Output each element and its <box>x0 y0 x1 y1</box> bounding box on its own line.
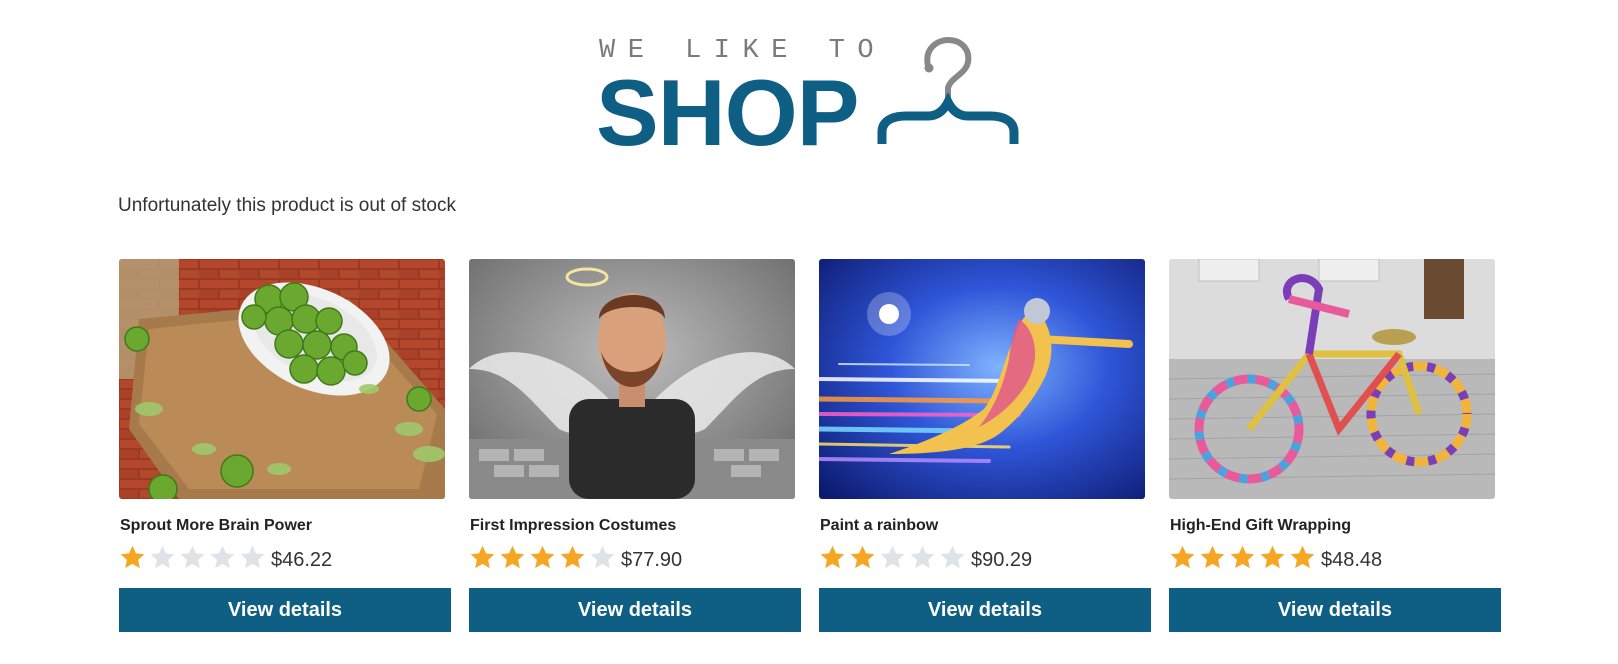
product-title[interactable]: High-End Gift Wrapping <box>1170 517 1351 535</box>
view-details-button[interactable]: View details <box>819 588 1151 632</box>
product-price: $48.48 <box>1321 549 1383 571</box>
star-filled-icon <box>1290 545 1315 568</box>
star-empty-icon <box>210 545 235 568</box>
product-title[interactable]: Paint a rainbow <box>820 517 938 535</box>
site-logo[interactable]: WE LIKE TO SHOP <box>596 30 1036 160</box>
product-image-rainbow[interactable] <box>819 259 1145 499</box>
out-of-stock-message: Unfortunately this product is out of sto… <box>118 195 456 216</box>
star-filled-icon <box>1260 545 1285 568</box>
product-image-bicycle[interactable] <box>1169 259 1495 499</box>
view-details-button[interactable]: View details <box>119 588 451 632</box>
product-price: $90.29 <box>971 549 1033 571</box>
star-filled-icon <box>1170 545 1195 568</box>
star-rating <box>1169 542 1319 572</box>
star-filled-icon <box>820 545 845 568</box>
star-filled-icon <box>530 545 555 568</box>
star-empty-icon <box>180 545 205 568</box>
view-details-button[interactable]: View details <box>1169 588 1501 632</box>
star-rating <box>819 542 969 572</box>
product-image-sprouts[interactable] <box>119 259 445 499</box>
page: WE LIKE TO SHOP Unfortunately this produ… <box>0 0 1618 664</box>
star-empty-icon <box>940 545 965 568</box>
hanger-icon <box>877 36 1019 144</box>
product-price: $46.22 <box>271 549 333 571</box>
product-title[interactable]: First Impression Costumes <box>470 517 676 535</box>
star-empty-icon <box>240 545 265 568</box>
star-empty-icon <box>150 545 175 568</box>
star-filled-icon <box>850 545 875 568</box>
product-price: $77.90 <box>621 549 683 571</box>
star-filled-icon <box>560 545 585 568</box>
star-empty-icon <box>880 545 905 568</box>
logo-wordmark: SHOP <box>596 60 859 165</box>
star-filled-icon <box>500 545 525 568</box>
product-title[interactable]: Sprout More Brain Power <box>120 517 312 535</box>
star-rating <box>119 542 269 572</box>
star-filled-icon <box>470 545 495 568</box>
star-filled-icon <box>1200 545 1225 568</box>
star-filled-icon <box>120 545 145 568</box>
product-image-costume[interactable] <box>469 259 795 499</box>
star-empty-icon <box>910 545 935 568</box>
star-empty-icon <box>590 545 615 568</box>
view-details-button[interactable]: View details <box>469 588 801 632</box>
star-filled-icon <box>1230 545 1255 568</box>
star-rating <box>469 542 619 572</box>
